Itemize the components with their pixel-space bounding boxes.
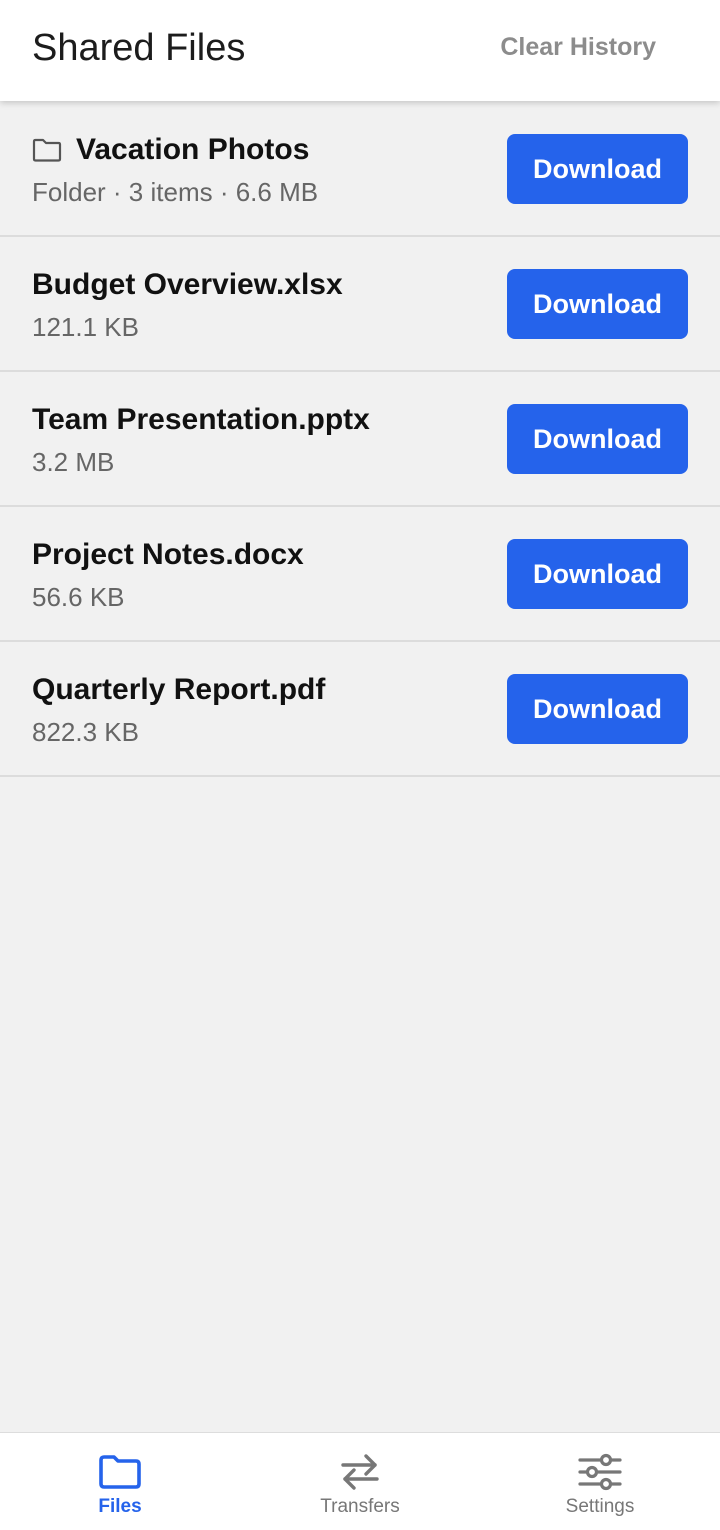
app-bar: Shared Files Clear History — [0, 0, 720, 101]
download-button[interactable]: Download — [507, 269, 688, 339]
nav-label: Transfers — [320, 1496, 400, 1517]
list-item: Budget Overview.xlsx 121.1 KB Download — [0, 237, 720, 372]
nav-item-files[interactable]: Files — [0, 1433, 240, 1530]
clear-history-button[interactable]: Clear History — [500, 32, 656, 62]
folder-icon — [32, 138, 62, 162]
nav-label: Files — [98, 1496, 142, 1517]
file-list: Vacation Photos Folder · 3 items · 6.6 M… — [0, 102, 720, 777]
file-meta: 56.6 KB — [32, 582, 125, 612]
page-title: Shared Files — [32, 27, 246, 69]
list-item: Team Presentation.pptx 3.2 MB Download — [0, 372, 720, 507]
download-button[interactable]: Download — [507, 674, 688, 744]
folder-icon — [99, 1455, 141, 1489]
bottom-nav: Files Transfers Settings — [0, 1432, 720, 1530]
list-item: Quarterly Report.pdf 822.3 KB Download — [0, 642, 720, 777]
download-button[interactable]: Download — [507, 539, 688, 609]
sliders-icon — [578, 1453, 622, 1491]
file-meta: 3.2 MB — [32, 447, 115, 477]
file-name: Quarterly Report.pdf — [32, 673, 326, 706]
list-item: Vacation Photos Folder · 3 items · 6.6 M… — [0, 102, 720, 237]
file-meta: 822.3 KB — [32, 717, 139, 747]
nav-item-settings[interactable]: Settings — [480, 1433, 720, 1530]
transfer-arrows-icon — [341, 1454, 379, 1490]
file-name: Team Presentation.pptx — [32, 403, 370, 436]
file-name: Budget Overview.xlsx — [32, 268, 343, 301]
file-name: Project Notes.docx — [32, 538, 304, 571]
download-button[interactable]: Download — [507, 134, 688, 204]
download-button[interactable]: Download — [507, 404, 688, 474]
file-meta: 121.1 KB — [32, 312, 139, 342]
file-meta: Folder · 3 items · 6.6 MB — [32, 177, 319, 207]
file-name: Vacation Photos — [76, 133, 310, 166]
list-item: Project Notes.docx 56.6 KB Download — [0, 507, 720, 642]
nav-item-transfers[interactable]: Transfers — [240, 1433, 480, 1530]
nav-label: Settings — [565, 1496, 635, 1517]
